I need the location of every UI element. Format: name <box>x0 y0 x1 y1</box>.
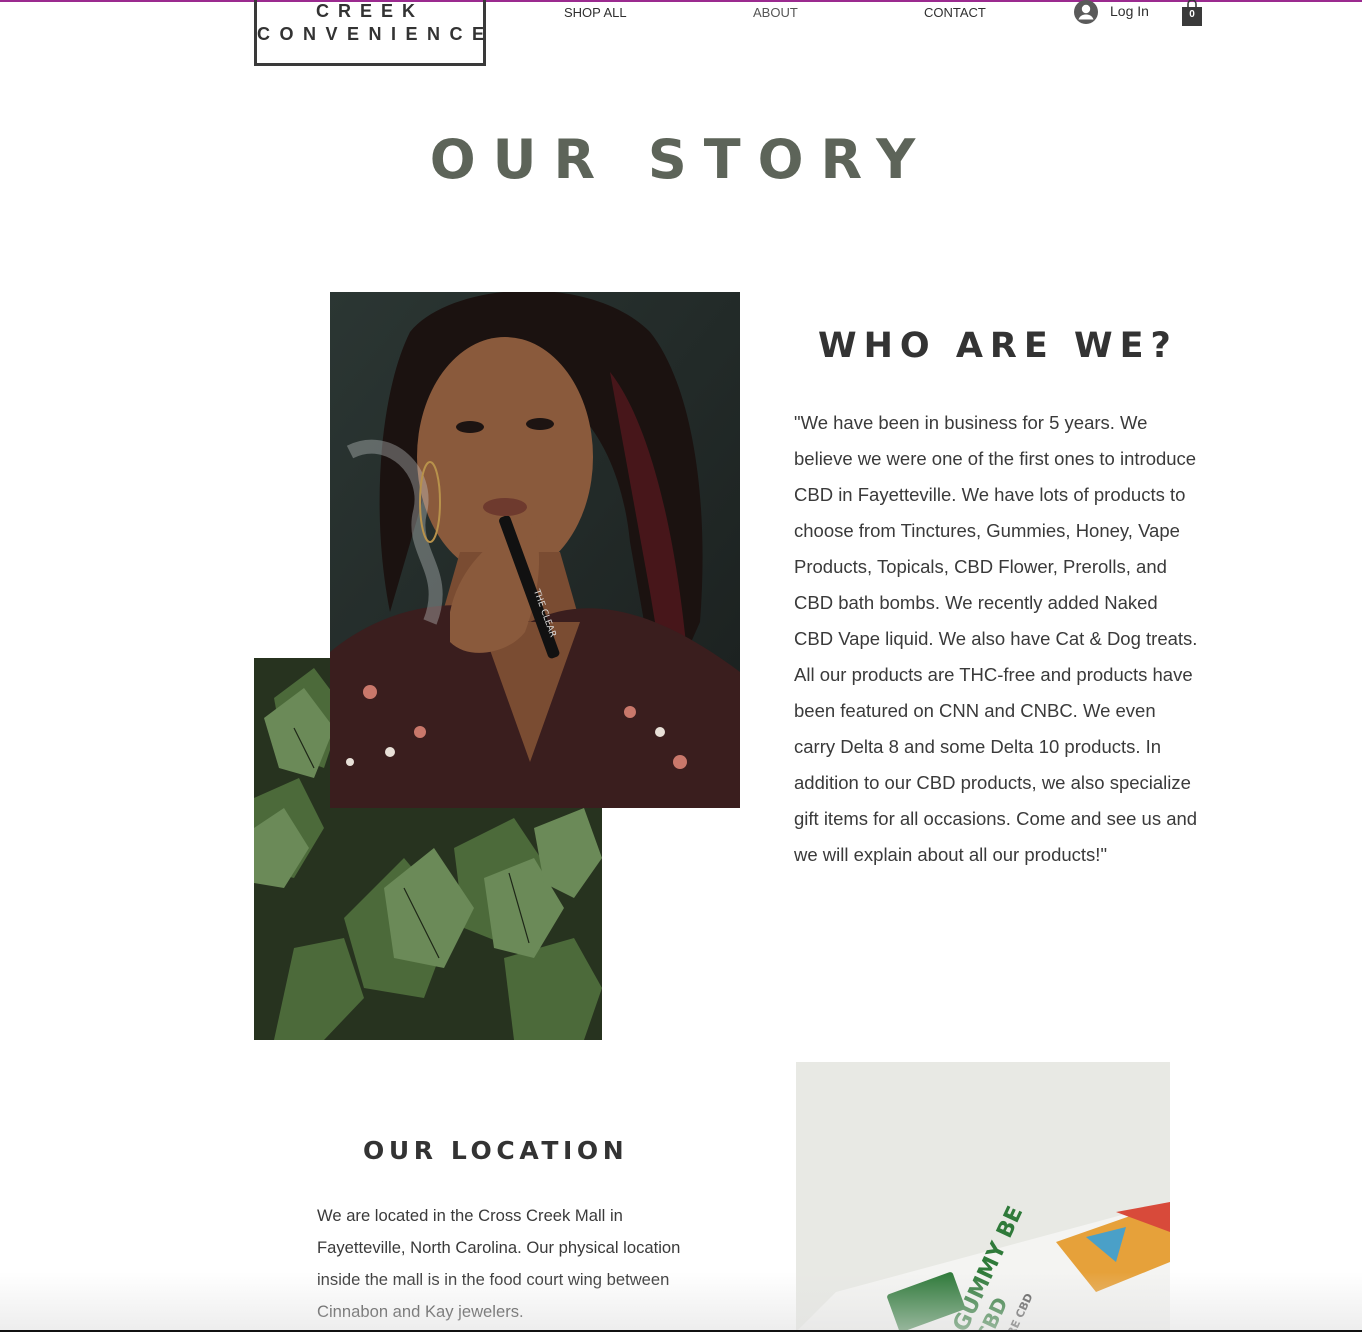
logo-line-1: CREEK <box>315 1 424 21</box>
our-location-heading: OUR LOCATION <box>363 1136 629 1165</box>
nav-shop-all[interactable]: SHOP ALL <box>564 5 627 20</box>
who-are-we-text: "We have been in business for 5 years. W… <box>794 412 1198 865</box>
nav-about[interactable]: ABOUT <box>753 5 798 20</box>
our-location-text: We are located in the Cross Creek Mall i… <box>317 1206 681 1321</box>
nav-contact[interactable]: CONTACT <box>924 5 986 20</box>
site-logo[interactable]: CREEK CONVENIENCE <box>254 0 486 66</box>
user-avatar-icon <box>1074 0 1098 24</box>
top-accent-line <box>0 0 1362 2</box>
logo-line-2: CONVENIENCE <box>257 24 494 44</box>
who-are-we-heading: WHO ARE WE? <box>818 326 1178 366</box>
cbd-gummy-product-image: GUMMY BE CBD PURE CBD <box>796 1062 1170 1332</box>
cart-button[interactable]: 0 <box>1181 0 1203 26</box>
login-button[interactable] <box>1074 0 1098 24</box>
cart-count-badge: 0 <box>1189 9 1195 20</box>
page-title: OUR STORY <box>429 128 933 191</box>
login-label[interactable]: Log In <box>1110 3 1149 19</box>
woman-vaping-image: THE CLEAR <box>330 292 740 808</box>
